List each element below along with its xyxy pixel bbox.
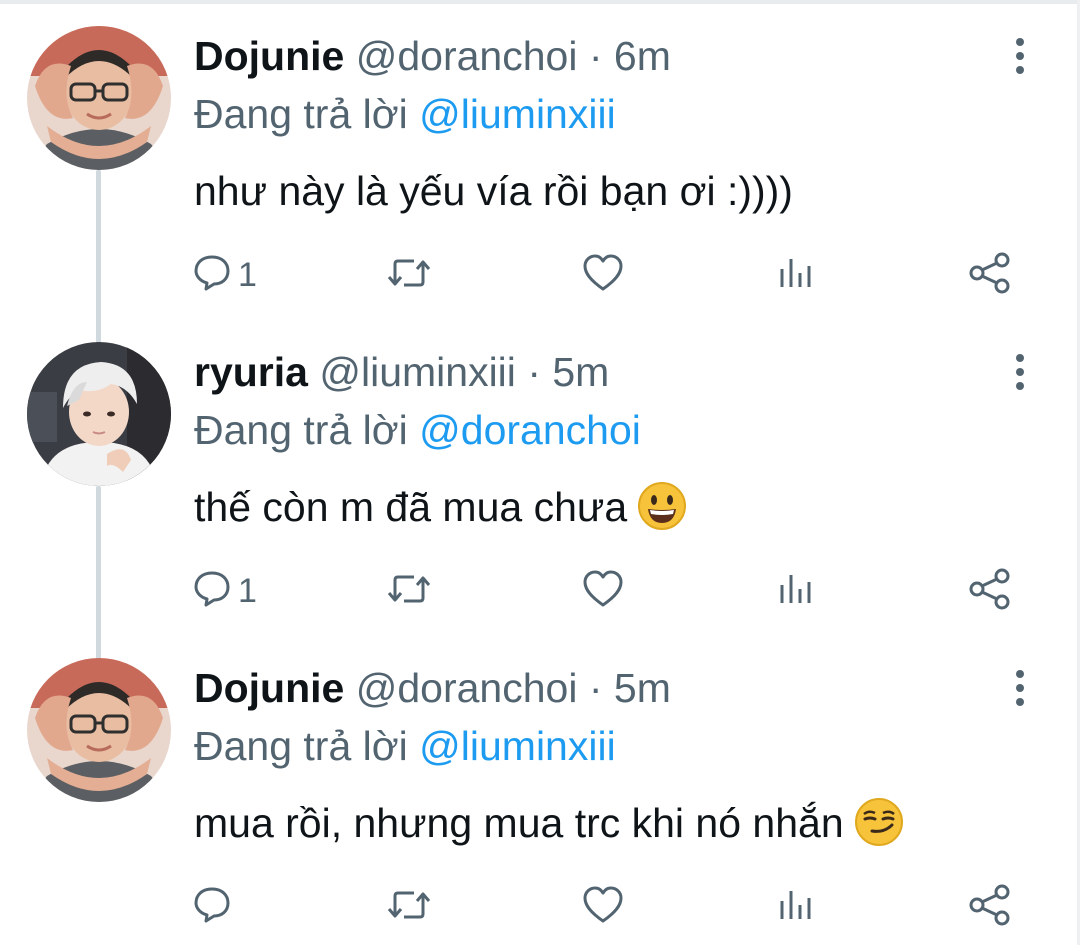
retweet-button[interactable] (386, 566, 432, 616)
timestamp[interactable]: 5m (552, 349, 609, 395)
more-icon[interactable] (1002, 668, 1038, 708)
reply-prefix: Đang trả lời (194, 91, 408, 137)
handle[interactable]: @liuminxiii (319, 349, 516, 395)
action-bar: 1 (0, 566, 1080, 616)
replying-to: Đang trả lời @doranchoi (194, 404, 641, 456)
reply-count: 1 (238, 255, 257, 294)
retweet-button[interactable] (386, 250, 432, 300)
action-bar (0, 882, 1080, 932)
display-name[interactable]: Dojunie (194, 665, 344, 711)
views-button[interactable] (776, 882, 816, 932)
like-icon (582, 253, 624, 298)
reply-button[interactable] (192, 882, 238, 932)
display-name[interactable]: ryuria (194, 349, 308, 395)
views-icon (776, 885, 816, 930)
reply-prefix: Đang trả lời (194, 407, 408, 453)
reply-icon (192, 253, 232, 298)
retweet-button[interactable] (386, 882, 432, 932)
share-button[interactable] (968, 250, 1012, 300)
share-icon (968, 567, 1012, 616)
retweet-icon (386, 569, 432, 614)
reply-icon (192, 569, 232, 614)
like-button[interactable] (582, 566, 624, 616)
tweet-2[interactable]: ryuria @liuminxiii · 5m Đang trả lời @do… (0, 316, 1080, 631)
tweet-text: mua rồi, nhưng mua trc khi nó nhắn (194, 800, 844, 846)
separator: · (588, 665, 603, 711)
replying-to: Đang trả lời @liuminxiii (194, 88, 616, 140)
like-button[interactable] (582, 882, 624, 932)
share-icon (968, 883, 1012, 932)
tweet-text-container: thế còn m đã mua chưa (194, 479, 687, 545)
tweet-header: Dojunie @doranchoi · 6m (194, 30, 671, 82)
reply-prefix: Đang trả lời (194, 723, 408, 769)
display-name[interactable]: Dojunie (194, 33, 344, 79)
action-bar: 1 (0, 250, 1080, 300)
mention-link[interactable]: @liuminxiii (419, 91, 616, 137)
timestamp[interactable]: 5m (614, 665, 671, 711)
mention-link[interactable]: @doranchoi (419, 407, 641, 453)
avatar-heart-hands[interactable] (27, 26, 171, 170)
grinning-face-emoji (637, 481, 687, 545)
separator: · (588, 33, 603, 79)
reply-button[interactable]: 1 (192, 250, 257, 300)
tweet-text-container: mua rồi, nhưng mua trc khi nó nhắn (194, 795, 904, 861)
tweet-1[interactable]: Dojunie @doranchoi · 6m Đang trả lời @li… (0, 0, 1080, 315)
views-button[interactable] (776, 566, 816, 616)
retweet-icon (386, 253, 432, 298)
reply-button[interactable]: 1 (192, 566, 257, 616)
timestamp[interactable]: 6m (614, 33, 671, 79)
handle[interactable]: @doranchoi (356, 33, 578, 79)
mention-link[interactable]: @liuminxiii (419, 723, 616, 769)
tweet-text: thế còn m đã mua chưa (194, 484, 628, 530)
like-button[interactable] (582, 250, 624, 300)
tweet-header: ryuria @liuminxiii · 5m (194, 346, 609, 398)
share-button[interactable] (968, 566, 1012, 616)
reply-icon (192, 885, 232, 930)
share-icon (968, 251, 1012, 300)
views-icon (776, 569, 816, 614)
smirking-face-emoji (854, 797, 904, 861)
retweet-icon (386, 885, 432, 930)
like-icon (582, 569, 624, 614)
reply-count: 1 (238, 571, 257, 610)
separator: · (527, 349, 541, 395)
tweet-text: như này là yếu vía rồi bạn ơi :)))) (194, 168, 793, 214)
tweet-3[interactable]: Dojunie @doranchoi · 5m Đang trả lời @li… (0, 632, 1080, 947)
like-icon (582, 885, 624, 930)
replying-to: Đang trả lời @liuminxiii (194, 720, 616, 772)
avatar-white-hair[interactable] (27, 342, 171, 486)
views-button[interactable] (776, 250, 816, 300)
more-icon[interactable] (1002, 352, 1038, 392)
avatar-heart-hands[interactable] (27, 658, 171, 802)
handle[interactable]: @doranchoi (356, 665, 578, 711)
tweet-header: Dojunie @doranchoi · 5m (194, 662, 671, 714)
share-button[interactable] (968, 882, 1012, 932)
more-icon[interactable] (1002, 36, 1038, 76)
views-icon (776, 253, 816, 298)
